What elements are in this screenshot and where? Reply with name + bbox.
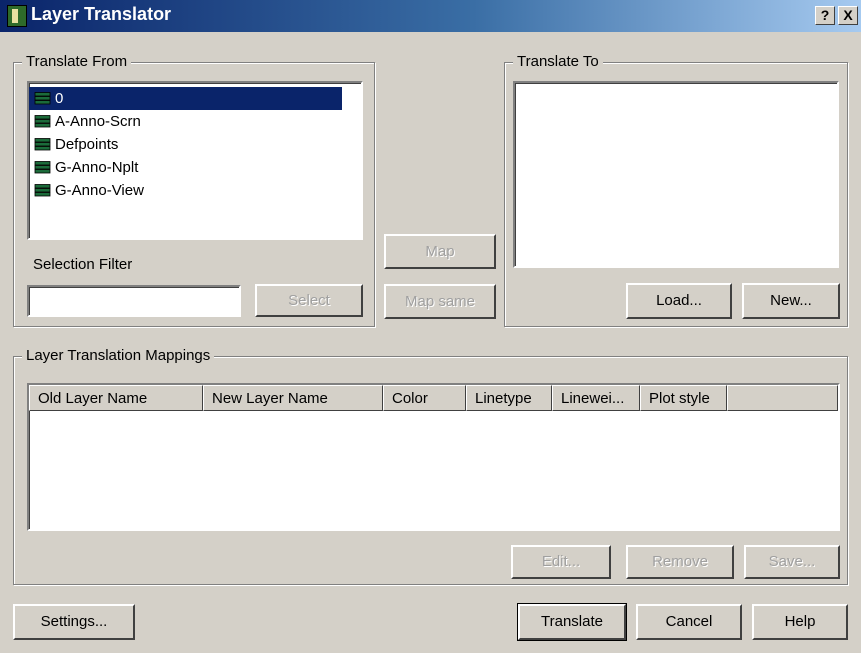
layer-name: G-Anno-Nplt: [55, 159, 139, 176]
map-button[interactable]: Map: [384, 234, 496, 269]
layer-list-item[interactable]: 0: [29, 87, 342, 110]
help-button[interactable]: Help: [752, 604, 848, 640]
translate-button[interactable]: Translate: [517, 603, 627, 641]
select-button[interactable]: Select: [255, 284, 363, 317]
remove-button[interactable]: Remove: [626, 545, 734, 579]
translate-to-list[interactable]: [513, 81, 839, 268]
layer-stack-icon: [34, 115, 51, 128]
layer-name: G-Anno-View: [55, 182, 144, 199]
column-linetype[interactable]: Linetype: [466, 385, 552, 411]
edit-button[interactable]: Edit...: [511, 545, 611, 579]
layer-list-item[interactable]: G-Anno-Nplt: [29, 156, 342, 179]
map-same-button[interactable]: Map same: [384, 284, 496, 319]
load-button[interactable]: Load...: [626, 283, 732, 319]
app-icon: [7, 5, 27, 27]
column-plot-style[interactable]: Plot style: [640, 385, 727, 411]
close-button[interactable]: X: [838, 6, 858, 25]
layer-stack-icon: [34, 161, 51, 174]
layer-stack-icon: [34, 184, 51, 197]
mappings-legend: Layer Translation Mappings: [22, 347, 215, 364]
layer-name: Defpoints: [55, 136, 119, 153]
layer-name: A-Anno-Scrn: [55, 113, 141, 130]
help-question-button[interactable]: ?: [815, 6, 835, 25]
layer-stack-icon: [34, 138, 51, 151]
layer-stack-icon: [34, 92, 51, 105]
save-button[interactable]: Save...: [744, 545, 840, 579]
selection-filter-input[interactable]: [27, 285, 241, 317]
layer-list-item[interactable]: Defpoints: [29, 133, 342, 156]
column-new-layer-name[interactable]: New Layer Name: [203, 385, 383, 411]
column-filler: [727, 385, 838, 411]
column-color[interactable]: Color: [383, 385, 466, 411]
selection-filter-label: Selection Filter: [33, 256, 133, 273]
new-button[interactable]: New...: [742, 283, 840, 319]
layer-list-item[interactable]: G-Anno-View: [29, 179, 342, 202]
translate-from-legend: Translate From: [22, 53, 132, 70]
translate-from-list[interactable]: 0 A-Anno-Scrn Defpoints G-Anno-Nplt G-Anno-V…: [27, 81, 363, 240]
translate-to-legend: Translate To: [513, 53, 603, 70]
window-title: Layer Translator: [31, 4, 172, 24]
title-bar: Layer Translator ? X: [0, 0, 861, 32]
column-old-layer-name[interactable]: Old Layer Name: [29, 385, 203, 411]
column-lineweight[interactable]: Linewei...: [552, 385, 640, 411]
layer-name: 0: [55, 90, 64, 107]
mappings-table[interactable]: Old Layer Name New Layer Name Color Line…: [27, 383, 840, 531]
cancel-button[interactable]: Cancel: [636, 604, 742, 640]
layer-list-item[interactable]: A-Anno-Scrn: [29, 110, 342, 133]
settings-button[interactable]: Settings...: [13, 604, 135, 640]
